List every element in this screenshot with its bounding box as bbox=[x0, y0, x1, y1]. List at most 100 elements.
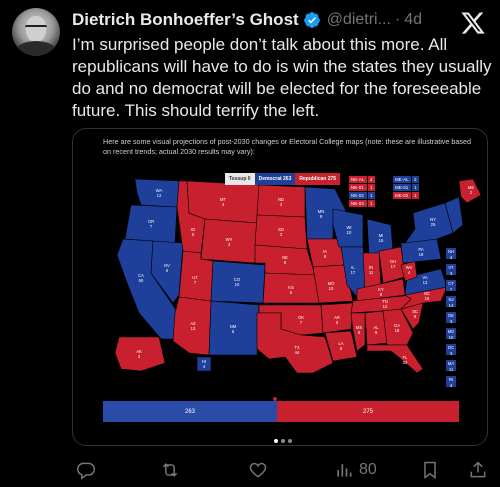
svg-text:17: 17 bbox=[351, 270, 356, 275]
district-ev: 1 bbox=[412, 184, 419, 191]
carousel-indicator bbox=[274, 439, 292, 443]
small-state-ev: 11 bbox=[448, 367, 454, 372]
district-label: ME-AL bbox=[393, 176, 411, 183]
heart-icon bbox=[249, 462, 267, 478]
carousel-dot[interactable] bbox=[288, 439, 292, 443]
district-split-ne-03: NE-03 1 bbox=[349, 200, 375, 207]
svg-text:18: 18 bbox=[419, 252, 424, 257]
district-ev: 1 bbox=[368, 192, 375, 199]
small-state-ri: RI 4 bbox=[445, 375, 457, 388]
verified-badge-icon[interactable] bbox=[303, 11, 321, 29]
reply-icon bbox=[76, 462, 96, 480]
share-button[interactable] bbox=[468, 458, 488, 482]
image-caption: Here are some visual projections of post… bbox=[103, 137, 471, 156]
svg-text:50: 50 bbox=[139, 278, 144, 283]
x-logo-icon[interactable] bbox=[460, 10, 486, 36]
retweet-button[interactable] bbox=[160, 458, 180, 482]
svg-text:17: 17 bbox=[391, 264, 396, 269]
district-label: NE-01 bbox=[349, 184, 367, 191]
small-state-ev: 4 bbox=[449, 255, 453, 260]
district-label: NE-03 bbox=[349, 200, 367, 207]
small-state-nh: NH 4 bbox=[445, 247, 457, 260]
svg-text:33: 33 bbox=[403, 360, 408, 365]
district-ev: 1 bbox=[368, 184, 375, 191]
state-ny bbox=[404, 202, 454, 244]
like-button[interactable] bbox=[248, 458, 268, 482]
district-label: ME-01 bbox=[393, 184, 411, 191]
author-name[interactable]: Dietrich Bonhoeffer’s Ghost bbox=[72, 10, 299, 30]
tweet-time[interactable]: 4d bbox=[404, 11, 422, 29]
views-chart-icon bbox=[337, 464, 352, 477]
district-ev: 1 bbox=[368, 200, 375, 207]
share-icon bbox=[470, 461, 486, 478]
svg-text:10: 10 bbox=[329, 286, 334, 291]
electoral-map: WA12 OR7 CA50 NV6 ID5 MT4 WY3 UT7 CO10 A… bbox=[114, 178, 482, 373]
state-fl bbox=[366, 344, 424, 373]
avatar[interactable] bbox=[12, 8, 60, 56]
svg-text:10: 10 bbox=[347, 230, 352, 235]
tweet-header: Dietrich Bonhoeffer’s Ghost @dietri... ·… bbox=[72, 10, 422, 30]
views-count: 80 bbox=[359, 461, 377, 478]
retweet-icon bbox=[162, 463, 178, 477]
bookmark-button[interactable] bbox=[420, 458, 440, 482]
small-state-ev: 10 bbox=[448, 335, 454, 340]
svg-text:25: 25 bbox=[431, 222, 436, 227]
district-splits: NE-AL 2 NE-01 1 NE-02 1 NE-03 1 bbox=[349, 176, 375, 207]
district-split-ne-01: NE-01 1 bbox=[349, 184, 375, 191]
district-split-me-01: ME-01 1 bbox=[393, 184, 419, 191]
ev-republican-segment: 275 bbox=[277, 401, 459, 422]
legend-tossup: Tossup 0 bbox=[225, 173, 255, 185]
district-label: NE-02 bbox=[349, 192, 367, 199]
small-state-ev: 4 bbox=[449, 383, 453, 388]
ev-democrat-segment: 263 bbox=[103, 401, 278, 422]
svg-text:13: 13 bbox=[423, 280, 428, 285]
district-splits-maine: ME-AL 2 ME-01 1 ME-02 1 bbox=[393, 176, 419, 199]
views-button[interactable]: 80 bbox=[334, 458, 377, 482]
small-states-list: NH 4 VT 3 CT 7 NJ 14 DE 3 MD 10 DC 3 MA 11 RI 4 bbox=[445, 247, 457, 388]
tweet-text: I’m surprised people don’t talk about th… bbox=[72, 35, 492, 120]
small-state-ev: 3 bbox=[449, 319, 453, 324]
avatar-body bbox=[16, 41, 56, 56]
carousel-dot[interactable] bbox=[274, 439, 278, 443]
district-ev: 1 bbox=[412, 192, 419, 199]
district-split-me-02: ME-02 1 bbox=[393, 192, 419, 199]
district-split-ne-02: NE-02 1 bbox=[349, 192, 375, 199]
map-legend: Tossup 0 Democrat 263 Republican 275 bbox=[225, 173, 341, 185]
small-state-md: MD 10 bbox=[445, 327, 457, 340]
district-label: NE-AL bbox=[349, 176, 367, 183]
district-ev: 2 bbox=[412, 176, 419, 183]
small-state-ev: 3 bbox=[449, 351, 453, 356]
separator: · bbox=[394, 11, 401, 28]
small-state-ev: 3 bbox=[449, 271, 453, 276]
tweet-actions: 80 bbox=[72, 458, 492, 482]
electoral-vote-bar: 263 275 bbox=[103, 401, 459, 422]
small-state-ct: CT 7 bbox=[445, 279, 457, 292]
svg-text:10: 10 bbox=[235, 282, 240, 287]
svg-text:44: 44 bbox=[295, 350, 300, 355]
svg-text:12: 12 bbox=[157, 193, 162, 198]
small-state-ma: MA 11 bbox=[445, 359, 457, 372]
svg-text:16: 16 bbox=[395, 328, 400, 333]
district-label: ME-02 bbox=[393, 192, 411, 199]
small-state-ev: 14 bbox=[448, 303, 454, 308]
svg-text:16: 16 bbox=[425, 296, 430, 301]
district-split-me-al: ME-AL 2 bbox=[393, 176, 419, 183]
district-split-ne-al: NE-AL 2 bbox=[349, 176, 375, 183]
legend-democrat: Democrat 263 bbox=[254, 173, 296, 185]
svg-text:11: 11 bbox=[369, 270, 374, 275]
reply-button[interactable] bbox=[76, 458, 96, 482]
bookmark-icon bbox=[424, 461, 436, 479]
district-ev: 2 bbox=[368, 176, 375, 183]
small-state-vt: VT 3 bbox=[445, 263, 457, 276]
carousel-dot[interactable] bbox=[281, 439, 285, 443]
svg-text:13: 13 bbox=[191, 326, 196, 331]
avatar-glasses bbox=[25, 25, 47, 31]
svg-text:15: 15 bbox=[379, 238, 384, 243]
small-state-ev: 7 bbox=[449, 287, 453, 292]
svg-text:12: 12 bbox=[383, 304, 388, 309]
tweet-media-image[interactable]: Here are some visual projections of post… bbox=[72, 128, 488, 446]
small-state-nj: NJ 14 bbox=[445, 295, 457, 308]
small-state-dc: DC 3 bbox=[445, 343, 457, 356]
author-handle[interactable]: @dietri... bbox=[327, 11, 391, 29]
small-state-de: DE 3 bbox=[445, 311, 457, 324]
